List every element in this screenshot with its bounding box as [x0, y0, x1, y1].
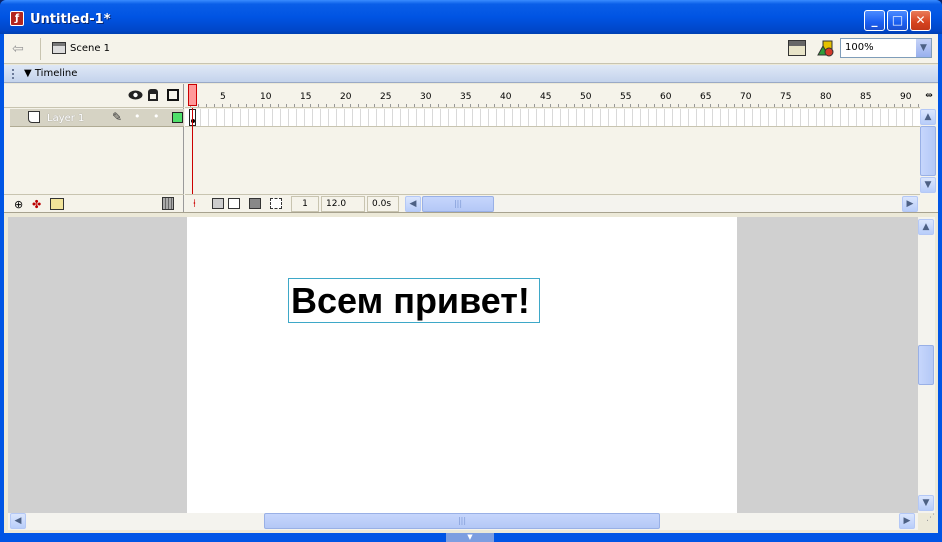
scroll-left-icon[interactable]: ◀	[405, 196, 421, 212]
title-bar[interactable]: ƒ Untitled-1* _ □ ✕	[0, 0, 942, 34]
ruler-number: 50	[580, 92, 592, 102]
ruler-number: 30	[420, 92, 432, 102]
ruler-number: 20	[340, 92, 352, 102]
window-title: Untitled-1*	[30, 12, 111, 27]
timeline-panel-header[interactable]: ▼ Timeline	[4, 65, 938, 83]
layer-frame-row[interactable]	[185, 109, 920, 127]
minimize-button[interactable]: _	[864, 10, 885, 31]
scroll-down-icon[interactable]: ▼	[920, 177, 936, 193]
elapsed-time: 0.0s	[367, 196, 399, 212]
text-field[interactable]: Всем привет!	[288, 278, 540, 323]
zoom-value: 100%	[845, 42, 874, 53]
resize-grip-icon[interactable]: ⋰	[918, 513, 935, 530]
pencil-icon: ✎	[112, 110, 123, 124]
scroll-up-icon[interactable]: ▲	[918, 219, 934, 235]
ruler-number: 40	[500, 92, 512, 102]
scroll-thumb[interactable]: |||	[264, 513, 660, 529]
ruler-number: 35	[460, 92, 472, 102]
edit-multiple-frames-icon[interactable]	[249, 198, 261, 209]
stage-vertical-scrollbar[interactable]: ▲ ▼	[918, 217, 935, 513]
flash-app-icon[interactable]: ƒ	[10, 11, 24, 26]
ruler-number: 25	[380, 92, 392, 102]
scroll-up-icon[interactable]: ▲	[920, 109, 936, 125]
timeline-status-bar: ⍿ 1 12.0 fps 0.0s ◀ ||| ▶	[185, 194, 920, 223]
chevron-down-icon[interactable]: ▼	[915, 39, 931, 57]
timeline-title-label: Timeline	[34, 68, 78, 79]
frame-ruler[interactable]: 151015202530354045505560657075808590	[185, 84, 920, 108]
ruler-number: 70	[740, 92, 752, 102]
ruler-number: 10	[260, 92, 272, 102]
insert-layer-icon[interactable]: ⊕	[14, 198, 28, 211]
center-frame-icon[interactable]: ⍿	[193, 198, 205, 209]
layer-panel-footer: ⊕ ✤	[4, 194, 184, 212]
edit-symbol-icon[interactable]	[814, 39, 836, 58]
scene-icon	[52, 42, 66, 54]
panel-grip-icon[interactable]	[12, 69, 14, 79]
lock-icon[interactable]	[148, 89, 158, 101]
ruler-number: 15	[300, 92, 312, 102]
ruler-number: 5	[220, 92, 226, 102]
modify-onion-markers-icon[interactable]	[270, 198, 282, 209]
edit-bar: ⇦ Scene 1 100% ▼	[4, 34, 938, 64]
frame-rate[interactable]: 12.0 fps	[321, 196, 365, 223]
timeline-vertical-scrollbar[interactable]: ▲ ▼	[920, 109, 936, 194]
timeline-title[interactable]: ▼ Timeline	[24, 68, 77, 79]
workspace[interactable]: Всем привет!	[8, 217, 918, 513]
frames-area: 151015202530354045505560657075808590 ⇹ ▲…	[185, 84, 938, 223]
scroll-down-icon[interactable]: ▼	[918, 495, 934, 511]
layer-icon	[28, 111, 40, 123]
stage[interactable]: Всем привет!	[187, 217, 737, 513]
back-arrow-icon[interactable]: ⇦	[12, 41, 30, 57]
scene-breadcrumb[interactable]: Scene 1	[70, 43, 110, 54]
playhead[interactable]	[188, 84, 197, 106]
document-window: ⇦ Scene 1 100% ▼ ▼ Timeline Layer 1 ✎ • …	[4, 34, 938, 533]
ruler-number: 55	[620, 92, 632, 102]
layer-outline-color[interactable]	[172, 112, 183, 123]
edit-scene-icon[interactable]	[788, 40, 806, 56]
scroll-right-icon[interactable]: ▶	[902, 196, 918, 212]
ruler-number: 75	[780, 92, 792, 102]
layer-row[interactable]: Layer 1 ✎ • •	[10, 109, 184, 127]
panel-collapse-tab[interactable]: ▼	[446, 533, 494, 542]
layer-panel-header	[4, 84, 184, 108]
scroll-left-icon[interactable]: ◀	[10, 513, 26, 529]
stage-text[interactable]: Всем привет!	[291, 281, 530, 321]
layer-lock-dot-icon[interactable]: •	[153, 110, 160, 123]
ruler-number: 60	[660, 92, 672, 102]
center-frame-icon[interactable]: ⇹	[920, 84, 938, 108]
layer-visibility-dot-icon[interactable]: •	[134, 110, 141, 123]
maximize-button[interactable]: □	[887, 10, 908, 31]
ruler-number: 65	[700, 92, 712, 102]
eye-icon[interactable]	[128, 90, 143, 100]
zoom-dropdown[interactable]: 100% ▼	[840, 38, 932, 58]
application-window: ƒ Untitled-1* _ □ ✕ ⇦ Scene 1 100% ▼ ▼ T…	[0, 0, 942, 542]
close-button[interactable]: ✕	[910, 10, 931, 31]
outline-icon[interactable]	[167, 89, 179, 101]
stage-horizontal-scrollbar[interactable]: ◀ ||| ▶	[8, 513, 918, 530]
layer-panel: Layer 1 ✎ • • ⊕ ✤	[4, 84, 184, 212]
scroll-thumb[interactable]: |||	[422, 196, 494, 212]
timeline-horizontal-scrollbar[interactable]: ◀ ||| ▶	[405, 196, 920, 212]
editbar-separator	[40, 38, 41, 60]
ruler-number: 90	[900, 92, 912, 102]
playhead-line	[192, 108, 193, 194]
trash-icon[interactable]	[162, 197, 174, 210]
add-motion-guide-icon[interactable]: ✤	[32, 198, 46, 211]
scroll-thumb[interactable]	[920, 126, 936, 176]
insert-layer-folder-icon[interactable]	[50, 198, 64, 210]
timeline: Layer 1 ✎ • • ⊕ ✤ 1510152025303540455055…	[4, 84, 938, 223]
onion-skin-icon[interactable]	[212, 198, 224, 209]
current-frame[interactable]: 1	[291, 196, 319, 212]
ruler-number: 85	[860, 92, 872, 102]
scroll-thumb[interactable]	[918, 345, 934, 385]
scroll-right-icon[interactable]: ▶	[899, 513, 915, 529]
onion-skin-outlines-icon[interactable]	[228, 198, 240, 209]
ruler-number: 80	[820, 92, 832, 102]
layer-name[interactable]: Layer 1	[47, 113, 84, 124]
ruler-number: 45	[540, 92, 552, 102]
